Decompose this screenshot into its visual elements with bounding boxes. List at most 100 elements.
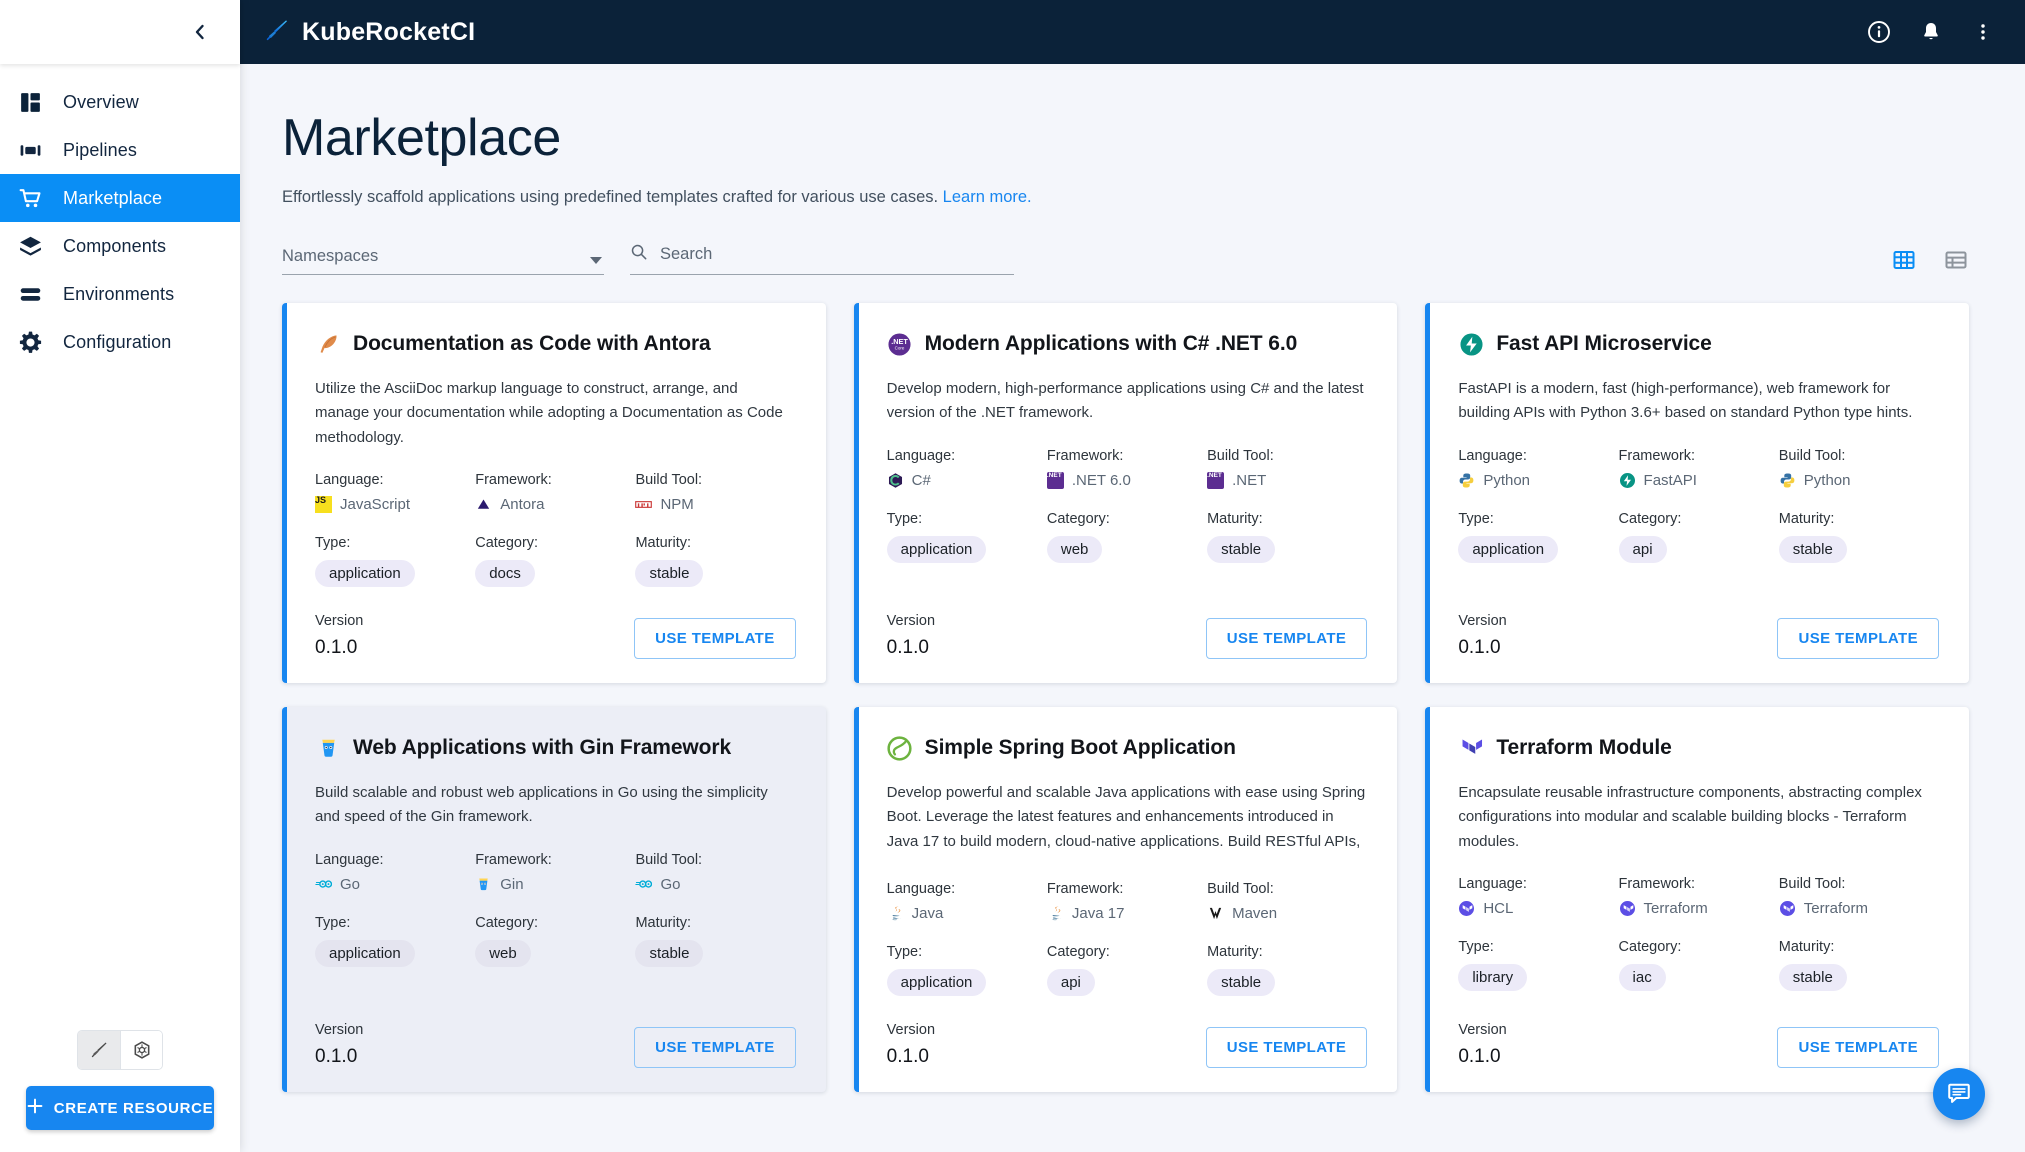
bell-icon[interactable]: [1917, 18, 1945, 46]
version-label: Version: [315, 1022, 364, 1039]
template-card[interactable]: .NET Core Modern Applications with C# .NET…: [853, 303, 1398, 684]
use-template-button[interactable]: USE TEMPLATE: [1205, 1027, 1368, 1069]
card-chip-type: Type: application: [886, 511, 1047, 563]
sidebar-item-overview[interactable]: Overview: [0, 78, 240, 126]
java-icon: [1047, 905, 1064, 922]
top-bar-actions: [1865, 18, 1997, 46]
card-description: Utilize the AsciiDoc markup language to …: [315, 380, 783, 446]
use-template-button[interactable]: USE TEMPLATE: [1777, 1027, 1939, 1069]
version-label: Version: [886, 613, 936, 630]
chat-bubble-icon-button[interactable]: [1933, 1068, 1985, 1120]
card-meta-build-tool-label: Build Tool:: [635, 472, 703, 489]
card-meta-build-tool-text: .NET: [1232, 471, 1267, 489]
card-meta-language-text: Java: [911, 905, 944, 923]
namespaces-select[interactable]: Namespaces: [282, 247, 604, 276]
namespaces-label: Namespaces: [282, 247, 379, 266]
create-resource-button[interactable]: CREATE RESOURCE: [26, 1086, 214, 1130]
template-card[interactable]: Fast API Microservice FastAPI is a modern…: [1425, 303, 1969, 684]
card-meta-framework-value: FastAPI: [1619, 472, 1779, 489]
terraform-badge-icon: [1619, 900, 1636, 917]
card-header: Terraform Module: [1458, 735, 1939, 761]
card-meta-framework-label: Framework:: [1046, 447, 1124, 464]
card-meta-build-tool-value: Go: [635, 876, 795, 893]
use-template-button[interactable]: USE TEMPLATE: [634, 618, 796, 660]
card-meta-language-value: C#: [887, 472, 1047, 489]
card-meta-framework-text: FastAPI: [1643, 471, 1697, 489]
version-block: Version 0.1.0: [315, 1022, 363, 1068]
antora-feather-icon: [315, 331, 341, 357]
card-chip-row: Type: application Category: api Maturity: sta…: [1458, 511, 1939, 563]
terraform-icon: [1458, 735, 1484, 761]
svg-text:.NET: .NET: [891, 336, 908, 345]
go-icon: [635, 876, 653, 893]
card-meta-language-text: C#: [911, 471, 931, 489]
card-meta-framework-text: Java 17: [1071, 905, 1125, 923]
chevron-down-icon: [590, 257, 602, 265]
card-meta-build-tool-label: Build Tool:: [1207, 881, 1274, 898]
sidebar-item-label: Configuration: [63, 331, 172, 352]
rocket-sword-icon-button[interactable]: [78, 1031, 120, 1069]
grid-view-icon[interactable]: [1891, 247, 1917, 273]
info-icon[interactable]: [1865, 18, 1893, 46]
card-meta-language: Language: Java: [887, 881, 1047, 922]
sidebar-item-pipelines[interactable]: Pipelines: [0, 126, 240, 174]
card-meta-language-value: JS JavaScript: [315, 496, 475, 514]
template-card[interactable]: Simple Spring Boot Application Develop po…: [853, 707, 1398, 1093]
card-meta-build-tool: Build Tool: NPM: [635, 472, 795, 513]
brand[interactable]: KubeRocketCI: [264, 17, 475, 48]
card-meta-row: Language: JS JavaScript Framework: Antora Bui…: [315, 472, 796, 514]
status-badge: docs: [475, 560, 535, 588]
version-block: Version 0.1.0: [315, 613, 363, 659]
card-header: Web Applications with Gin Framework: [315, 735, 796, 761]
card-chip-maturity-label: Maturity:: [1207, 944, 1263, 961]
status-badge: library: [1458, 963, 1528, 991]
csharp-icon: [887, 472, 904, 489]
template-card[interactable]: Terraform Module Encapsulate reusable inf…: [1425, 707, 1969, 1093]
template-card[interactable]: Web Applications with Gin Framework Build…: [282, 707, 826, 1093]
pipelines-icon: [17, 137, 43, 163]
kebab-menu-icon[interactable]: [1969, 18, 1997, 46]
card-meta-build-tool-value: .NET .NET: [1207, 471, 1367, 489]
card-meta-language: Language: Go: [315, 852, 475, 893]
card-description: Encapsulate reusable infrastructure comp…: [1458, 784, 1922, 850]
card-meta-framework: Framework: FastAPI: [1619, 448, 1779, 489]
learn-more-link[interactable]: Learn more.: [943, 188, 1032, 206]
card-meta-build-tool-text: Maven: [1232, 905, 1278, 923]
layers-icon: [17, 233, 43, 259]
use-template-button[interactable]: USE TEMPLATE: [1205, 618, 1368, 660]
card-meta-language-label: Language:: [886, 447, 956, 464]
use-template-button[interactable]: USE TEMPLATE: [634, 1027, 796, 1069]
card-meta-language-value: Python: [1458, 472, 1618, 489]
template-card[interactable]: Documentation as Code with Antora Utilize…: [282, 303, 826, 684]
sidebar-item-environments[interactable]: Environments: [0, 270, 240, 318]
card-chip-category-label: Category:: [1618, 938, 1682, 955]
terraform-badge-icon: [1779, 900, 1796, 917]
card-chip-row: Type: application Category: docs Maturity: st…: [315, 535, 796, 588]
search-field[interactable]: [630, 243, 1014, 276]
chevron-left-icon[interactable]: [184, 17, 214, 47]
card-chip-row: Type: application Category: api Maturity: sta…: [886, 944, 1368, 997]
status-badge: web: [1046, 535, 1103, 563]
use-template-button[interactable]: USE TEMPLATE: [1777, 618, 1939, 660]
table-view-icon[interactable]: [1943, 247, 1969, 273]
go-icon: [315, 876, 332, 893]
page-subtitle: Effortlessly scaffold applications using…: [282, 188, 1969, 207]
antora-icon: [475, 496, 492, 513]
card-chip-type: Type: library: [1458, 939, 1618, 991]
card-chip-maturity-label: Maturity:: [1207, 510, 1263, 527]
card-meta-row: Language: HCL Framework: Terraform Build Too…: [1458, 876, 1939, 917]
search-input[interactable]: [660, 245, 1014, 265]
sidebar-item-marketplace[interactable]: Marketplace: [0, 174, 240, 222]
card-meta-build-tool-value: Python: [1779, 472, 1939, 489]
card-meta-build-tool-text: Python: [1803, 471, 1851, 489]
card-description: Develop modern, high-performance applica…: [886, 380, 1364, 422]
status-badge: api: [1046, 969, 1095, 997]
sidebar-item-configuration[interactable]: Configuration: [0, 318, 240, 366]
card-meta-build-tool-text: Go: [660, 875, 681, 893]
kubernetes-icon-button[interactable]: [120, 1031, 162, 1069]
card-meta-framework-label: Framework:: [1046, 881, 1124, 898]
sidebar-item-components[interactable]: Components: [0, 222, 240, 270]
card-title: Fast API Microservice: [1496, 332, 1712, 356]
card-meta-framework-text: Gin: [500, 875, 524, 893]
sidebar-header: [0, 0, 240, 64]
